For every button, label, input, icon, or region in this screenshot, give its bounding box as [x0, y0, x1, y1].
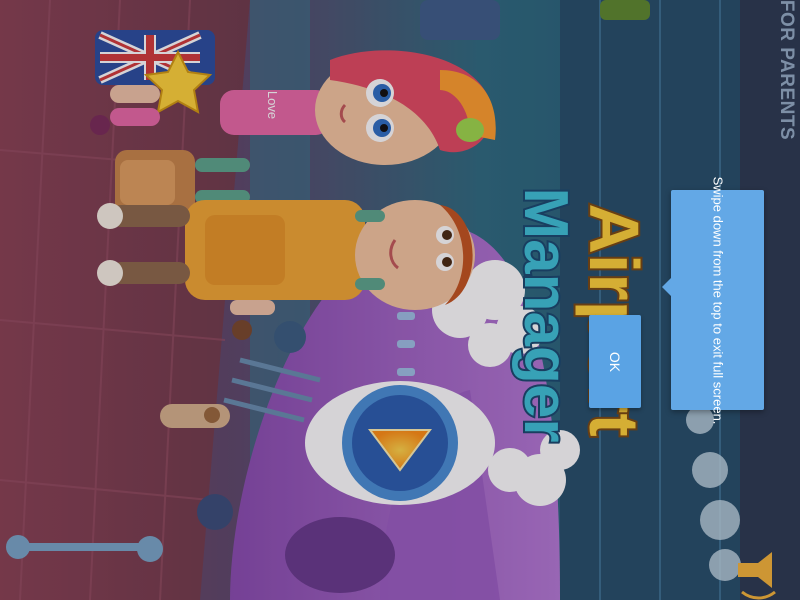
- play-button[interactable]: [300, 378, 500, 508]
- ok-button[interactable]: OK: [589, 315, 641, 408]
- for-parents-button[interactable]: FOR PARENTS: [768, 0, 800, 140]
- fullscreen-toast: Swipe down from the top to exit full scr…: [662, 176, 764, 424]
- for-parents-label: FOR PARENTS: [776, 0, 798, 141]
- top-menu-button[interactable]: [606, 0, 646, 22]
- bag-sticker-text: Love: [265, 91, 280, 119]
- ok-label: OK: [606, 351, 623, 372]
- toast-message: Swipe down from the top to exit full scr…: [710, 176, 726, 424]
- sound-toggle-button[interactable]: [726, 560, 782, 594]
- toast-message-wrap: Swipe down from the top to exit full scr…: [671, 176, 764, 424]
- game-title-line2: Manager: [511, 188, 580, 443]
- toast-arrow: [662, 278, 671, 296]
